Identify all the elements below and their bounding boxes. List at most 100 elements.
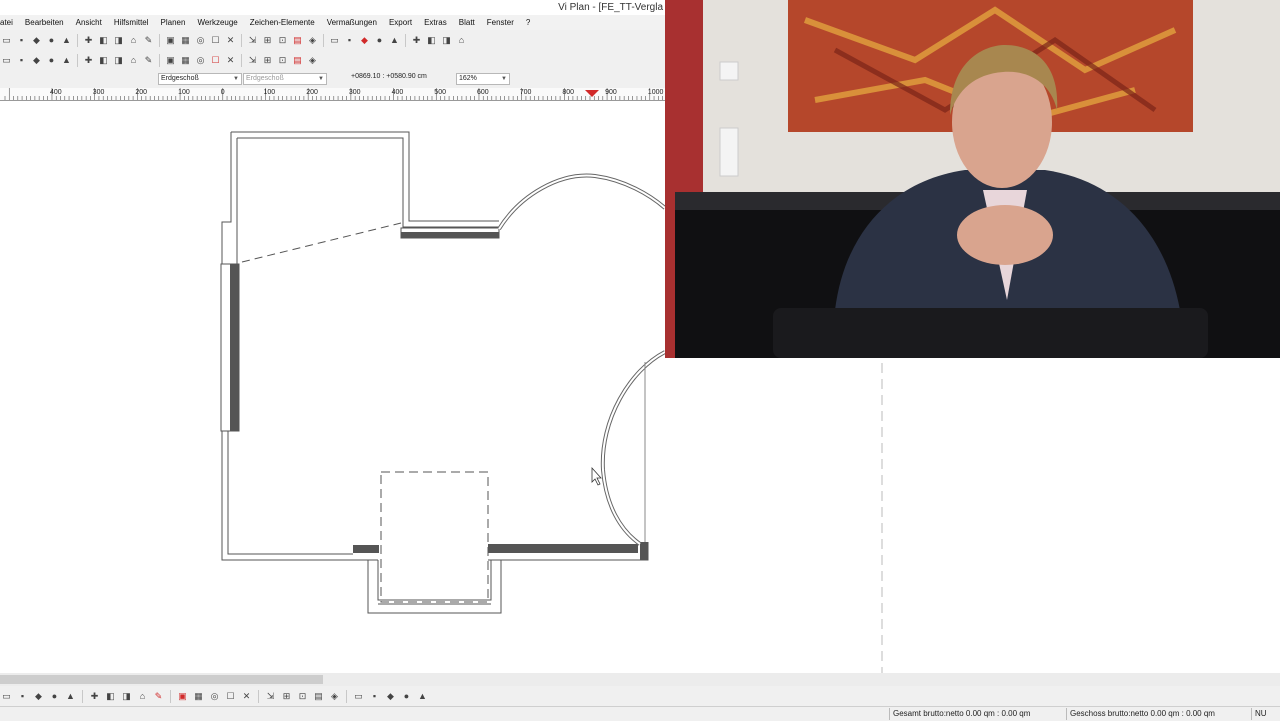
gear-icon[interactable]: ◆ (384, 690, 397, 703)
menu-item-3[interactable]: Hilfsmittel (108, 18, 155, 27)
snap-icon[interactable]: ▦ (179, 34, 192, 47)
home-icon[interactable]: ▪ (15, 54, 28, 67)
layer-icon[interactable]: ▭ (0, 54, 13, 67)
open-icon[interactable]: ▭ (0, 34, 13, 47)
brush-icon[interactable]: ⊞ (280, 690, 293, 703)
wall-segment-bottom-right[interactable] (488, 544, 638, 553)
scissors-icon[interactable]: ✚ (88, 690, 101, 703)
window-icon[interactable]: ⇲ (246, 34, 259, 47)
color-icon[interactable]: ⊡ (276, 54, 289, 67)
bay-wall[interactable] (367, 560, 502, 614)
delete-icon[interactable]: ▤ (291, 34, 304, 47)
outer-wall[interactable] (221, 131, 649, 561)
euro-icon[interactable]: ▲ (388, 34, 401, 47)
check-icon[interactable]: ▪ (343, 34, 356, 47)
text-icon[interactable]: ◧ (97, 54, 110, 67)
tool-2-icon[interactable]: ▪ (16, 690, 29, 703)
menu-item-10[interactable]: Blatt (453, 18, 481, 27)
shape-icon[interactable]: ⊞ (261, 54, 274, 67)
menu-item-2[interactable]: Ansicht (70, 18, 108, 27)
menu-item-11[interactable]: Fenster (481, 18, 520, 27)
line-draw-icon[interactable]: ◎ (208, 690, 221, 703)
wall-icon[interactable]: ✕ (224, 34, 237, 47)
paste-icon[interactable]: ▲ (60, 34, 73, 47)
pen-icon[interactable]: ✚ (410, 34, 423, 47)
menu-item-8[interactable]: Export (383, 18, 418, 27)
menu-item-1[interactable]: Bearbeiten (19, 18, 70, 27)
drawing-canvas[interactable] (0, 101, 667, 673)
roof-icon[interactable]: ▣ (164, 54, 177, 67)
sphere-icon[interactable]: ▲ (416, 690, 429, 703)
rotate-icon[interactable]: ◨ (120, 690, 133, 703)
hatch-icon[interactable]: ◨ (112, 54, 125, 67)
heart-icon[interactable]: ▤ (291, 54, 304, 67)
cross-icon[interactable]: ✎ (152, 690, 165, 703)
tool-3-icon[interactable]: ◆ (32, 690, 45, 703)
angle-icon[interactable]: ◈ (328, 690, 341, 703)
menu-item-0[interactable]: atei (0, 18, 19, 27)
ellipse-icon[interactable]: ✕ (240, 690, 253, 703)
curved-wall-top[interactable] (497, 173, 667, 231)
cross-icon[interactable]: ◆ (358, 34, 371, 47)
beam-icon[interactable]: ✚ (82, 54, 95, 67)
line-icon[interactable]: ◧ (104, 690, 117, 703)
room-icon[interactable]: ⊡ (276, 34, 289, 47)
grid-icon[interactable]: ◎ (194, 34, 207, 47)
dim-icon[interactable]: ▭ (352, 690, 365, 703)
list-icon[interactable]: ▦ (192, 690, 205, 703)
ruler-marker-icon[interactable] (585, 90, 599, 98)
arrow-icon[interactable]: ◈ (306, 34, 319, 47)
mirror-icon[interactable]: ⌂ (136, 690, 149, 703)
floor-select[interactable]: Erdgeschoß ▼ (158, 73, 242, 85)
save-icon[interactable]: ▪ (15, 34, 28, 47)
page-icon[interactable]: ◧ (97, 34, 110, 47)
label-icon[interactable]: ⇲ (246, 54, 259, 67)
render-icon[interactable]: ▦ (179, 54, 192, 67)
image-icon[interactable]: ✕ (224, 54, 237, 67)
column-icon[interactable]: ▲ (60, 54, 73, 67)
undo-icon[interactable]: ▲ (64, 690, 77, 703)
door-icon[interactable]: ⊞ (261, 34, 274, 47)
select-icon[interactable]: ▣ (164, 34, 177, 47)
curved-wall-right[interactable] (600, 350, 666, 546)
wall-segment-bottom-left[interactable] (353, 545, 379, 553)
record-icon[interactable]: ● (400, 690, 413, 703)
print-icon[interactable]: ◆ (30, 34, 43, 47)
flag-icon[interactable]: ◨ (440, 34, 453, 47)
list-icon[interactable]: ◆ (30, 54, 43, 67)
fill-icon[interactable]: ⌂ (127, 54, 140, 67)
floor-plan[interactable] (0, 101, 667, 673)
zoom-icon[interactable]: ⌂ (127, 34, 140, 47)
hand-icon[interactable]: ✎ (142, 34, 155, 47)
fill-icon[interactable]: ▪ (368, 690, 381, 703)
circle-icon[interactable]: ☐ (224, 690, 237, 703)
zoom-select[interactable]: 162% ▼ (456, 73, 510, 85)
secondary-view[interactable] (665, 358, 1280, 673)
horizontal-ruler[interactable]: 400 300 200 100 0 100 200 300 400 500 600 700 800 900… (0, 88, 665, 101)
menu-item-4[interactable]: Planen (155, 18, 192, 27)
menu-item-6[interactable]: Zeichen-Elemente (244, 18, 321, 27)
house-icon[interactable]: ▭ (328, 34, 341, 47)
menu-item-7[interactable]: Vermaßungen (321, 18, 383, 27)
cloud-icon[interactable]: ◈ (306, 54, 319, 67)
scrollbar-thumb[interactable] (0, 675, 323, 684)
tool-1-icon[interactable]: ▭ (0, 690, 13, 703)
export-icon[interactable]: ◎ (194, 54, 207, 67)
menu-item-12[interactable]: ? (520, 18, 536, 27)
delete-icon[interactable]: ▣ (176, 690, 189, 703)
symbol-icon[interactable]: ✎ (142, 54, 155, 67)
floor-select-secondary[interactable]: Erdgeschoß ▼ (243, 73, 327, 85)
table-icon[interactable]: ⌂ (455, 34, 468, 47)
horizontal-scrollbar[interactable] (0, 673, 1280, 686)
copy-icon[interactable]: ● (45, 34, 58, 47)
menu-item-9[interactable]: Extras (418, 18, 453, 27)
pdf-icon[interactable]: ☐ (209, 54, 222, 67)
measure-icon[interactable]: ▤ (312, 690, 325, 703)
tool-icon[interactable]: ● (373, 34, 386, 47)
stairs-icon[interactable]: ● (45, 54, 58, 67)
text-a-icon[interactable]: ⇲ (264, 690, 277, 703)
hand-icon[interactable]: ⊡ (296, 690, 309, 703)
zoom-fit-icon[interactable]: ◨ (112, 34, 125, 47)
menu-item-5[interactable]: Werkzeuge (191, 18, 243, 27)
info-icon[interactable]: ✚ (82, 34, 95, 47)
